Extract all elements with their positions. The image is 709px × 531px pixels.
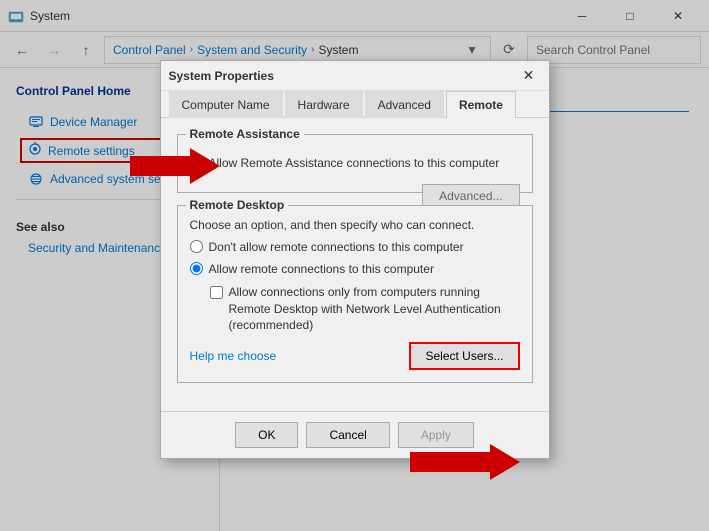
nla-label: Allow connections only from computers ru… bbox=[229, 284, 520, 334]
allow-radio[interactable] bbox=[190, 262, 203, 275]
tab-remote[interactable]: Remote bbox=[446, 91, 516, 118]
dialog-footer-row: Help me choose Select Users... bbox=[190, 342, 520, 370]
tab-advanced[interactable]: Advanced bbox=[365, 91, 444, 118]
select-users-button[interactable]: Select Users... bbox=[409, 342, 519, 370]
cancel-button[interactable]: Cancel bbox=[306, 422, 389, 448]
allow-label: Allow remote connections to this compute… bbox=[209, 262, 434, 276]
nla-checkbox-row: Allow connections only from computers ru… bbox=[210, 284, 520, 334]
nla-checkbox[interactable] bbox=[210, 286, 223, 299]
remote-desktop-title: Remote Desktop bbox=[186, 198, 289, 212]
dialog-title: System Properties bbox=[169, 69, 517, 83]
dont-allow-label: Don't allow remote connections to this c… bbox=[209, 240, 464, 254]
ok-button[interactable]: OK bbox=[235, 422, 298, 448]
tab-hardware[interactable]: Hardware bbox=[285, 91, 363, 118]
dialog-overlay: System Properties ✕ Computer Name Hardwa… bbox=[0, 0, 709, 531]
dont-allow-radio-row: Don't allow remote connections to this c… bbox=[190, 240, 520, 254]
dialog-footer: OK Cancel Apply bbox=[161, 411, 549, 458]
dialog-close-button[interactable]: ✕ bbox=[517, 65, 541, 87]
tab-computer-name[interactable]: Computer Name bbox=[169, 91, 283, 118]
dont-allow-radio[interactable] bbox=[190, 240, 203, 253]
help-me-choose-link[interactable]: Help me choose bbox=[190, 349, 277, 363]
remote-desktop-group: Remote Desktop Choose an option, and the… bbox=[177, 205, 533, 383]
remote-assistance-group: Remote Assistance Allow Remote Assistanc… bbox=[177, 134, 533, 193]
allow-remote-assistance-label: Allow Remote Assistance connections to t… bbox=[209, 155, 500, 172]
apply-button[interactable]: Apply bbox=[398, 422, 474, 448]
remote-desktop-option-text: Choose an option, and then specify who c… bbox=[190, 218, 520, 232]
system-properties-dialog: System Properties ✕ Computer Name Hardwa… bbox=[160, 60, 550, 459]
allow-radio-row: Allow remote connections to this compute… bbox=[190, 262, 520, 276]
dialog-title-bar: System Properties ✕ bbox=[161, 61, 549, 91]
dialog-tabs: Computer Name Hardware Advanced Remote bbox=[161, 91, 549, 118]
remote-assistance-title: Remote Assistance bbox=[186, 127, 304, 141]
allow-remote-assistance-checkbox[interactable] bbox=[190, 157, 203, 170]
allow-remote-assistance-row: Allow Remote Assistance connections to t… bbox=[190, 155, 520, 172]
dialog-content: Remote Assistance Allow Remote Assistanc… bbox=[161, 118, 549, 411]
